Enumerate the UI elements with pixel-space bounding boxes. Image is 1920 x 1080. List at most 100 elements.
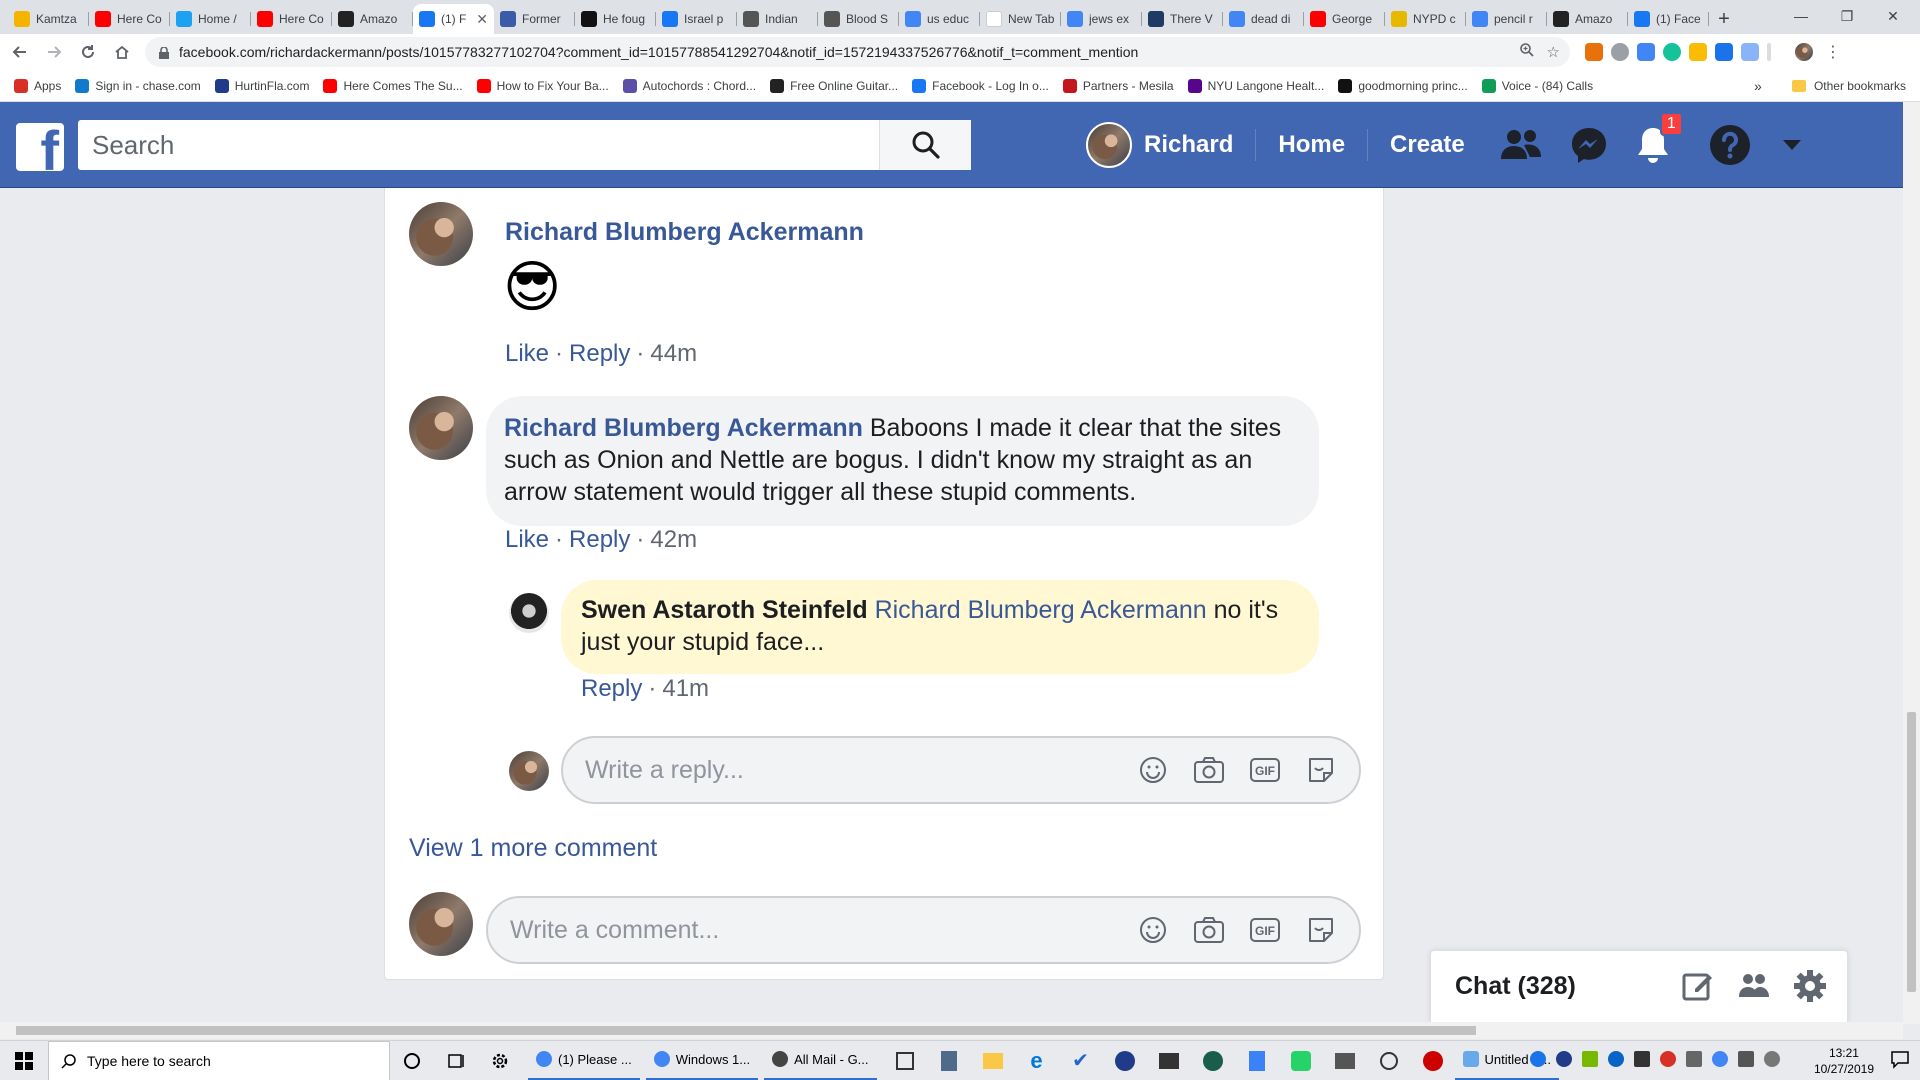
messenger-icon[interactable] xyxy=(1569,125,1609,165)
browser-tab[interactable]: He foug xyxy=(575,4,656,34)
whatsapp-icon[interactable] xyxy=(1279,1041,1323,1080)
security-icon[interactable] xyxy=(1634,1051,1650,1067)
settings-gear-icon[interactable] xyxy=(478,1041,522,1080)
group-chat-icon[interactable] xyxy=(1737,969,1771,1008)
search-button[interactable] xyxy=(879,120,971,170)
browser-tab[interactable]: Indian xyxy=(737,4,818,34)
reply-link[interactable]: Reply xyxy=(569,526,630,553)
calculator-icon[interactable] xyxy=(927,1041,971,1080)
extension-icon[interactable] xyxy=(1715,43,1733,61)
camera-icon[interactable] xyxy=(1323,1041,1367,1080)
mention-link[interactable]: Richard Blumberg Ackermann xyxy=(875,596,1207,624)
maximize-button[interactable]: ❐ xyxy=(1824,0,1870,32)
taskbar-app[interactable]: (1) Please ... xyxy=(528,1041,640,1080)
extension-icon[interactable] xyxy=(1585,43,1603,61)
horizontal-scrollbar[interactable] xyxy=(0,1022,1903,1039)
start-button[interactable] xyxy=(0,1041,48,1080)
app-icon[interactable] xyxy=(1191,1041,1235,1080)
browser-tab[interactable]: (1) Face xyxy=(1628,4,1709,34)
notifications-icon[interactable]: 1 xyxy=(1635,112,1683,164)
other-bookmarks[interactable]: Other bookmarks xyxy=(1791,70,1906,102)
nvidia-icon[interactable] xyxy=(1582,1051,1598,1067)
browser-tab[interactable]: us educ xyxy=(899,4,980,34)
browser-tab[interactable]: dead di xyxy=(1223,4,1304,34)
vertical-scroll-thumb[interactable] xyxy=(1907,712,1916,992)
minimize-button[interactable]: — xyxy=(1778,0,1824,32)
like-link[interactable]: Like xyxy=(505,340,549,367)
browser-tab[interactable]: Here Co xyxy=(89,4,170,34)
forward-icon[interactable] xyxy=(40,38,68,66)
browser-tab[interactable]: jews ex xyxy=(1061,4,1142,34)
translate-icon[interactable] xyxy=(1637,43,1655,61)
browser-tab[interactable]: New Tab xyxy=(980,4,1061,34)
calendar-icon[interactable] xyxy=(883,1041,927,1080)
emoji-icon[interactable] xyxy=(1135,752,1171,788)
avatar[interactable] xyxy=(409,396,473,460)
comment-input[interactable] xyxy=(488,898,1135,962)
browser-tab[interactable]: Blood S xyxy=(818,4,899,34)
nav-create-link[interactable]: Create xyxy=(1367,129,1487,161)
comment-author[interactable]: Richard Blumberg Ackermann xyxy=(504,414,863,442)
volume-icon[interactable] xyxy=(1686,1051,1702,1067)
browser-tab[interactable]: Amazo xyxy=(1547,4,1628,34)
tray-icon[interactable] xyxy=(1556,1051,1572,1067)
profile-avatar[interactable] xyxy=(1795,43,1813,61)
file-explorer-icon[interactable] xyxy=(971,1041,1015,1080)
new-message-icon[interactable] xyxy=(1681,969,1715,1008)
sticker-icon[interactable] xyxy=(1303,912,1339,948)
address-bar[interactable]: facebook.com/richardackermann/posts/1015… xyxy=(145,37,1570,67)
camera-icon[interactable] xyxy=(1191,752,1227,788)
reply-link[interactable]: Reply xyxy=(581,675,642,702)
bookmark-item[interactable]: Autochords : Chord... xyxy=(622,78,756,93)
avatar[interactable] xyxy=(409,202,473,266)
chrome-icon[interactable] xyxy=(1712,1051,1728,1067)
notifications-center-icon[interactable] xyxy=(1890,1049,1910,1072)
new-tab-button[interactable]: + xyxy=(1709,4,1739,34)
taskbar-clock[interactable]: 13:21 10/27/2019 xyxy=(1814,1045,1874,1077)
chat-tab[interactable]: Chat (328) xyxy=(1430,950,1848,1022)
bookmark-item[interactable]: Here Comes The Su... xyxy=(323,78,463,93)
bookmark-item[interactable]: NYU Langone Healt... xyxy=(1187,78,1324,93)
gif-icon[interactable]: GIF xyxy=(1247,752,1283,788)
tray-icon[interactable] xyxy=(1530,1051,1546,1067)
vertical-scrollbar[interactable] xyxy=(1903,102,1920,1024)
bookmarks-overflow-icon[interactable]: » xyxy=(1754,78,1762,94)
edge-icon[interactable]: e xyxy=(1015,1041,1059,1080)
bookmark-item[interactable]: Free Online Guitar... xyxy=(770,78,898,93)
wifi-icon[interactable] xyxy=(1764,1051,1780,1067)
taskbar-search[interactable]: Type here to search xyxy=(48,1040,390,1080)
extension-icon[interactable] xyxy=(1741,43,1759,61)
nav-home-link[interactable]: Home xyxy=(1255,129,1367,161)
search-input[interactable] xyxy=(78,120,879,170)
app-icon[interactable] xyxy=(1367,1041,1411,1080)
like-link[interactable]: Like xyxy=(505,526,549,553)
task-view-icon[interactable] xyxy=(434,1041,478,1080)
cortana-icon[interactable] xyxy=(390,1041,434,1080)
media-icon[interactable] xyxy=(1147,1041,1191,1080)
browser-tab[interactable]: George xyxy=(1304,4,1385,34)
menu-icon[interactable]: ⋮ xyxy=(1825,42,1841,62)
tab-close-icon[interactable]: ✕ xyxy=(476,11,488,28)
app-icon[interactable] xyxy=(1411,1041,1455,1080)
browser-tab[interactable]: Kamtza xyxy=(8,4,89,34)
browser-tab[interactable]: (1) F ✕ xyxy=(413,4,494,34)
firefox-icon[interactable] xyxy=(1103,1041,1147,1080)
chat-settings-gear-icon[interactable] xyxy=(1793,969,1827,1008)
reload-icon[interactable] xyxy=(74,38,102,66)
reply-input[interactable] xyxy=(563,738,1135,802)
help-icon[interactable] xyxy=(1709,124,1751,166)
bookmark-item[interactable]: HurtinFla.com xyxy=(214,78,309,93)
bookmark-item[interactable]: goodmorning princ... xyxy=(1338,78,1468,93)
home-icon[interactable] xyxy=(108,38,136,66)
view-more-comments-link[interactable]: View 1 more comment xyxy=(409,834,657,863)
emoji-icon[interactable] xyxy=(1135,912,1171,948)
browser-tab[interactable]: There V xyxy=(1142,4,1223,34)
reply-timestamp[interactable]: 41m xyxy=(662,675,709,702)
nav-profile-link[interactable]: Richard xyxy=(1086,122,1255,168)
taskbar-app[interactable]: All Mail - G... xyxy=(764,1041,877,1080)
browser-tab[interactable]: Former xyxy=(494,4,575,34)
bookmark-item[interactable]: Partners - Mesila xyxy=(1062,78,1174,93)
horizontal-scroll-thumb[interactable] xyxy=(16,1026,1476,1035)
bookmark-item[interactable]: How to Fix Your Ba... xyxy=(476,78,609,93)
browser-tab[interactable]: Israel p xyxy=(656,4,737,34)
